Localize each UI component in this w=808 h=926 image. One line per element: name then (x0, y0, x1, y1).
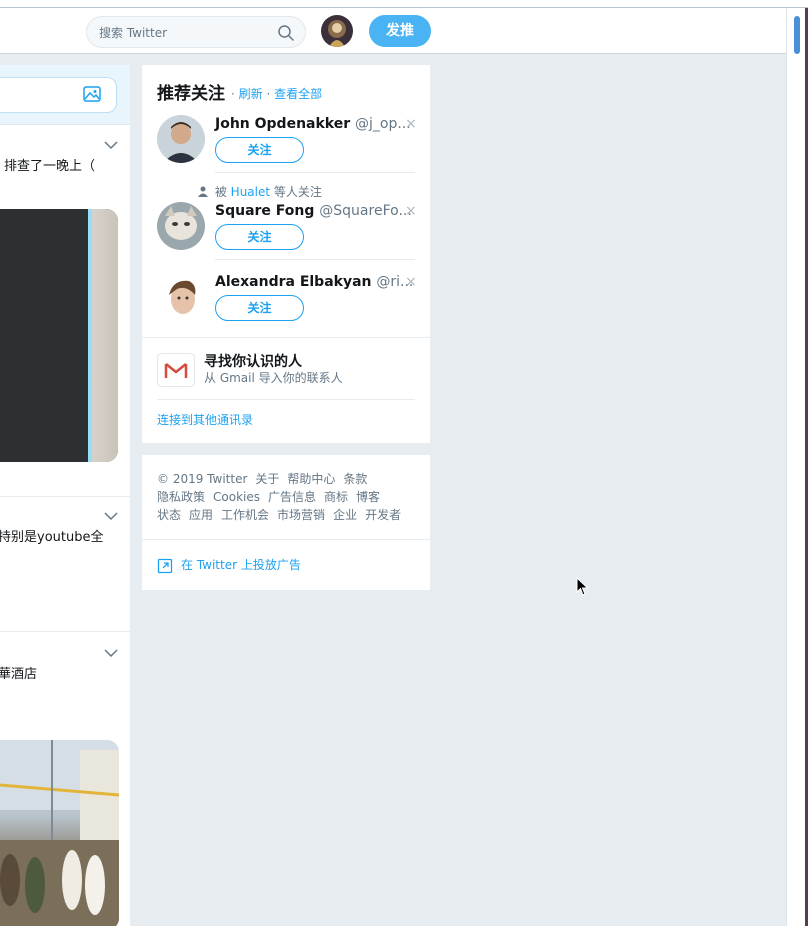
profile-avatar[interactable] (321, 15, 353, 47)
chevron-down-icon[interactable] (104, 648, 118, 658)
footer-link[interactable]: 关于 (255, 472, 279, 486)
suggested-user[interactable]: Square Fong @SquareFo... × 关注 (142, 202, 430, 260)
suggested-user[interactable]: John Opdenakker @j_op... × 关注 (142, 115, 430, 173)
social-context: 被 Hualet 等人关注 (198, 183, 322, 200)
tweet-text: 華酒店 (0, 667, 38, 682)
person-icon (198, 186, 208, 197)
footer-link[interactable]: 企业 (333, 508, 357, 522)
tweet-text: 持别是youtube全 (0, 530, 104, 545)
search-icon[interactable] (277, 24, 295, 42)
dismiss-icon[interactable]: × (405, 274, 417, 290)
scrollbar-thumb[interactable] (794, 16, 800, 54)
user-handle: @SquareFo... (319, 203, 412, 219)
footer-link[interactable]: 隐私政策 (157, 490, 205, 504)
who-to-follow-card: 推荐关注 · 刷新 · 查看全部 John Opdenakker @j_op..… (142, 65, 430, 443)
footer-link[interactable]: 市场营销 (277, 508, 325, 522)
divider (215, 172, 415, 173)
footer-link[interactable]: 广告信息 (268, 490, 316, 504)
follow-button[interactable]: 关注 (215, 224, 304, 250)
footer-link[interactable]: 状态 (157, 508, 181, 522)
divider (157, 399, 415, 400)
footer-link[interactable]: 工作机会 (221, 508, 269, 522)
footer-link[interactable]: 应用 (189, 508, 213, 522)
tweet-text: 排查了一晚上（ (4, 159, 96, 174)
footer-link[interactable]: 商标 (324, 490, 348, 504)
tweet-item[interactable]: 持别是youtube全 (0, 497, 130, 632)
image-upload-icon[interactable] (83, 85, 101, 103)
mouse-cursor-icon (576, 577, 589, 596)
tweet-button[interactable]: 发推 (369, 15, 431, 47)
tweet-item[interactable]: 排查了一晚上（ (0, 125, 130, 497)
user-handle: @j_op... (355, 116, 411, 132)
footer-copyright: © 2019 Twitter (157, 472, 248, 486)
find-people-subtitle: 从 Gmail 导入你的联系人 (204, 371, 343, 385)
suggested-user[interactable]: Alexandra Elbakyan @ri... × 关注 (142, 273, 430, 331)
who-to-follow-title: 推荐关注 (157, 84, 225, 104)
refresh-link[interactable]: 刷新 (239, 87, 263, 101)
tweet-item[interactable]: 華酒店 (0, 632, 130, 926)
footer-link[interactable]: Cookies (213, 490, 260, 504)
user-avatar[interactable] (157, 202, 205, 250)
footer-link[interactable]: 开发者 (365, 508, 401, 522)
search-input[interactable] (99, 23, 274, 43)
footer-link[interactable]: 博客 (356, 490, 380, 504)
tweet-media[interactable] (0, 209, 118, 462)
window-top-strip (0, 0, 808, 8)
user-avatar[interactable] (157, 273, 205, 321)
external-link-icon (157, 558, 173, 574)
timeline-column: 排查了一晚上（ 持别是youtube全 華酒店 (0, 65, 130, 926)
social-context-link[interactable]: Hualet (231, 185, 270, 199)
footer-links: © 2019 Twitter 关于 帮助中心 条款 隐私政策 Cookies 广告信息 商标… (157, 470, 417, 524)
footer-link[interactable]: 条款 (343, 472, 367, 486)
divider (142, 539, 430, 540)
dismiss-icon[interactable]: × (405, 116, 417, 132)
find-people-title[interactable]: 寻找你认识的人 (204, 351, 302, 371)
tweet-composer (0, 65, 130, 125)
user-avatar[interactable] (157, 115, 205, 163)
chevron-down-icon[interactable] (104, 140, 118, 150)
divider (142, 337, 430, 338)
chevron-down-icon[interactable] (104, 511, 118, 521)
follow-button[interactable]: 关注 (215, 137, 304, 163)
search-box[interactable] (86, 16, 306, 48)
tweet-media[interactable] (0, 740, 119, 926)
connect-other-contacts-link[interactable]: 连接到其他通讯录 (157, 411, 253, 428)
top-navbar: 发推 (0, 8, 786, 54)
user-name: John Opdenakker (215, 116, 351, 132)
footer-link[interactable]: 帮助中心 (287, 472, 335, 486)
user-name: Alexandra Elbakyan (215, 274, 372, 290)
user-name: Square Fong (215, 203, 315, 219)
who-to-follow-links: · 刷新 · 查看全部 (231, 87, 323, 101)
dismiss-icon[interactable]: × (405, 203, 417, 219)
gmail-icon[interactable] (157, 353, 195, 387)
follow-button[interactable]: 关注 (215, 295, 304, 321)
divider (215, 259, 415, 260)
view-all-link[interactable]: 查看全部 (274, 87, 322, 101)
advertise-link[interactable]: 在 Twitter 上投放广告 (181, 556, 301, 573)
footer-card: © 2019 Twitter 关于 帮助中心 条款 隐私政策 Cookies 广告信息 商标… (142, 455, 430, 590)
